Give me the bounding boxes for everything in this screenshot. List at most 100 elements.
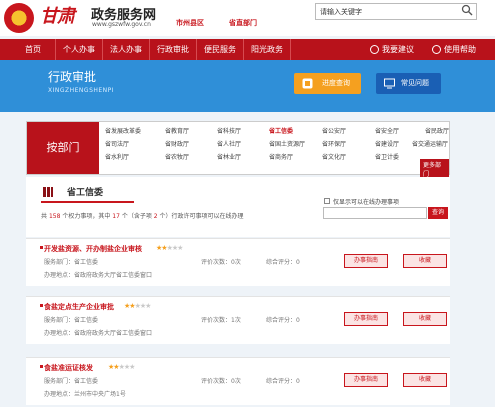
search-input[interactable]: 请输入关键字 <box>315 3 477 20</box>
favorite-button[interactable]: 收藏 <box>403 254 447 268</box>
nav-corporate[interactable]: 法人办事 <box>103 39 150 60</box>
dept-link[interactable]: 省教育厅 <box>165 126 189 135</box>
item-summary: 共 158 个权力事项，其中 17 个（含子项 2 个）行政许可事项可以在线办理 <box>41 211 244 220</box>
dept-link[interactable]: 省环保厅 <box>322 139 346 148</box>
search-icon[interactable] <box>461 4 475 18</box>
item-address: 办理地点：省政府政务大厅省工信委窗口 <box>44 328 152 337</box>
summary-text: 个）行政许可事项可以在线办理 <box>159 213 244 220</box>
region-link[interactable]: 市州县区 <box>176 18 204 28</box>
suggest-icon <box>370 45 379 54</box>
item-rating-count: 评价次数：0次 <box>201 376 241 385</box>
meta-label: 综合评分： <box>266 317 297 324</box>
summary-text: 个权力事项，其中 <box>62 213 111 220</box>
item-title[interactable]: 食盐定点生产企业审批 <box>44 302 114 312</box>
page-banner: 行政审批 XINGZHENGSHENPI 进度查询 常见问题 <box>0 60 495 112</box>
favorite-button[interactable]: 收藏 <box>403 373 447 387</box>
dept-link[interactable]: 省建设厅 <box>375 139 399 148</box>
item-rating-count: 评价次数：0次 <box>201 257 241 266</box>
item-title[interactable]: 开发盐资源、开办制盐企业审核 <box>44 244 142 254</box>
meta-label: 综合评分： <box>266 378 297 385</box>
item-subject: 服务部门：省工信委 <box>44 315 98 324</box>
more-departments-button[interactable]: 更多部门 <box>420 159 449 179</box>
meta-label: 服务部门： <box>44 259 75 266</box>
nav-home[interactable]: 首页 <box>0 39 56 60</box>
favorite-button[interactable]: 收藏 <box>403 312 447 326</box>
item-subject: 服务部门：省工信委 <box>44 376 98 385</box>
rating-stars: ★★★★★ <box>156 244 183 252</box>
meta-label: 办理地点： <box>44 272 75 279</box>
summary-total: 158 <box>48 213 61 220</box>
only-online-checkbox[interactable] <box>324 198 330 204</box>
star-empty-icon: ★ <box>145 302 151 310</box>
book-icon <box>43 187 53 197</box>
rating-stars: ★★★★★ <box>108 363 135 371</box>
only-online-label: 仅显示可以在线办理事项 <box>333 199 400 206</box>
meta-value: 省工信委 <box>74 317 99 324</box>
item-score: 综合评分：0 <box>266 315 300 324</box>
dept-link[interactable]: 省卫计委 <box>375 152 399 161</box>
dept-link[interactable]: 省林业厅 <box>217 152 241 161</box>
item-filter-button[interactable]: 查询 <box>428 207 448 219</box>
progress-query-label: 进度查询 <box>322 79 350 87</box>
help-link[interactable]: 使用帮助 <box>432 39 476 60</box>
meta-label: 评价次数： <box>201 378 232 385</box>
monitor-icon <box>384 78 395 89</box>
dept-link[interactable]: 省司法厅 <box>105 139 129 148</box>
meta-value: 0次 <box>231 259 241 266</box>
national-emblem-icon <box>4 3 34 33</box>
nav-transparency[interactable]: 阳光政务 <box>244 39 291 60</box>
meta-label: 评价次数： <box>201 259 232 266</box>
guide-button[interactable]: 办事指南 <box>344 254 388 268</box>
item-score: 综合评分：0 <box>266 376 300 385</box>
faq-button[interactable]: 常见问题 <box>376 73 441 94</box>
suggest-link[interactable]: 我要建议 <box>370 39 414 60</box>
nav-personal[interactable]: 个人办事 <box>56 39 103 60</box>
summary-online: 17 <box>112 213 120 220</box>
meta-value: 0 <box>296 378 300 385</box>
list-item: 开发盐资源、开办制盐企业审核 ★★★★★ 服务部门：省工信委 办理地点：省政府政… <box>26 238 450 286</box>
bullet-icon <box>40 246 43 249</box>
item-title[interactable]: 食盐准运证核发 <box>44 363 93 373</box>
meta-value: 省政府政务大厅省工信委窗口 <box>74 272 153 279</box>
meta-label: 办理地点： <box>44 330 75 337</box>
bullet-icon <box>40 304 43 307</box>
dept-link[interactable]: 省科技厅 <box>217 126 241 135</box>
dept-link[interactable]: 省人社厅 <box>217 139 241 148</box>
dept-link[interactable]: 省安全厅 <box>375 126 399 135</box>
dept-link[interactable]: 省发展改革委 <box>105 126 141 135</box>
nav-approval[interactable]: 行政审批 <box>150 39 197 60</box>
dept-link[interactable]: 省文化厅 <box>322 152 346 161</box>
faq-label: 常见问题 <box>401 79 429 87</box>
dept-link[interactable]: 省农牧厅 <box>165 152 189 161</box>
progress-icon <box>302 78 313 89</box>
site-logo[interactable]: 甘肃 <box>40 2 75 28</box>
help-label: 使用帮助 <box>444 45 476 54</box>
dept-link-active[interactable]: 省工信委 <box>269 126 293 135</box>
summary-subitems: 2 <box>153 213 158 220</box>
progress-query-button[interactable]: 进度查询 <box>294 73 361 94</box>
meta-value: 0 <box>296 317 300 324</box>
rating-stars: ★★★★★ <box>124 302 151 310</box>
star-empty-icon: ★ <box>177 244 183 252</box>
item-filter-input[interactable] <box>323 207 427 219</box>
summary-text: 共 <box>41 213 48 220</box>
dept-link[interactable]: 省商务厅 <box>269 152 293 161</box>
meta-label: 服务部门： <box>44 378 75 385</box>
nav-convenience[interactable]: 便民服务 <box>197 39 244 60</box>
dept-link[interactable]: 省民政厅 <box>425 126 449 135</box>
dept-link[interactable]: 省直部门 <box>229 18 257 28</box>
dept-link[interactable]: 省水利厅 <box>105 152 129 161</box>
section-underline <box>41 201 134 203</box>
star-empty-icon: ★ <box>129 363 135 371</box>
item-list-header: 省工信委 仅显示可以在线办理事项 查询 共 158 个权力事项，其中 17 个（… <box>26 177 450 237</box>
page-subtitle: XINGZHENGSHENPI <box>48 87 115 94</box>
dept-link[interactable]: 省财政厅 <box>165 139 189 148</box>
dept-link[interactable]: 省公安厅 <box>322 126 346 135</box>
guide-button[interactable]: 办事指南 <box>344 312 388 326</box>
dept-link[interactable]: 省国土资源厅 <box>269 139 305 148</box>
dept-link[interactable]: 省交通运输厅 <box>412 139 448 148</box>
help-icon <box>432 45 441 54</box>
guide-button[interactable]: 办事指南 <box>344 373 388 387</box>
meta-value: 1次 <box>231 317 241 324</box>
item-subject: 服务部门：省工信委 <box>44 257 98 266</box>
